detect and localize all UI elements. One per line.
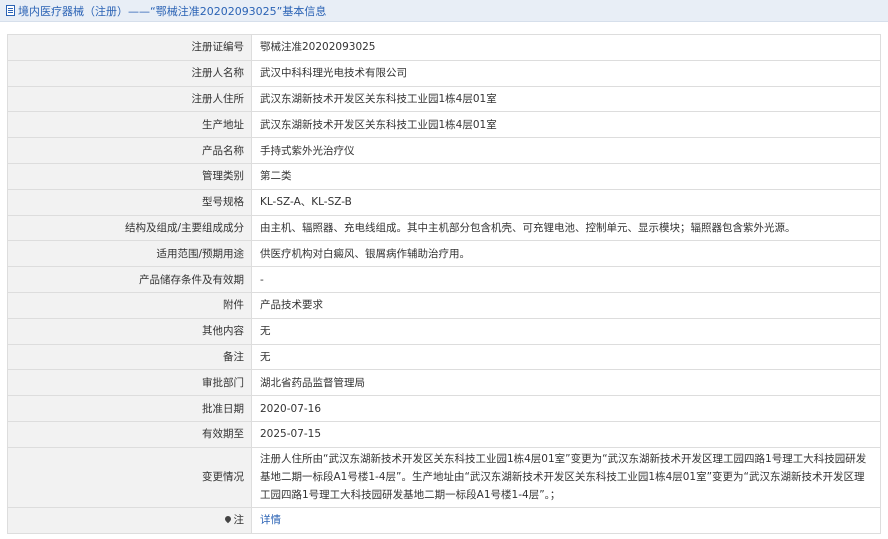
row-label: 有效期至 [7,420,252,448]
change-row: 变更情况 注册人住所由“武汉东湖新技术开发区关东科技工业园1栋4层01室”变更为… [7,446,881,508]
row-label: 注册证编号 [7,34,252,61]
change-label: 变更情况 [7,446,252,508]
row-value: KL-SZ-A、KL-SZ-B [251,188,881,216]
row-label: 注册人名称 [7,59,252,87]
row-value: 武汉东湖新技术开发区关东科技工业园1栋4层01室 [251,111,881,139]
change-value: 注册人住所由“武汉东湖新技术开发区关东科技工业园1栋4层01室”变更为“武汉东湖… [251,446,881,508]
table-row: 附件 产品技术要求 [7,291,881,319]
info-table: 注册证编号 鄂械注准20202093025 注册人名称 武汉中科科理光电技术有限… [7,34,881,534]
table-row: 注册人名称 武汉中科科理光电技术有限公司 [7,59,881,87]
row-label: 适用范围/预期用途 [7,240,252,268]
note-row: 注 详情 [7,506,881,534]
details-link[interactable]: 详情 [260,514,281,526]
row-value: 产品技术要求 [251,291,881,319]
row-label: 产品名称 [7,137,252,164]
row-label: 附件 [7,291,252,319]
table-row: 备注 无 [7,343,881,371]
table-row: 审批部门 湖北省药品监督管理局 [7,369,881,397]
row-label: 结构及组成/主要组成成分 [7,214,252,242]
table-row: 注册证编号 鄂械注准20202093025 [7,34,881,61]
row-value: 湖北省药品监督管理局 [251,369,881,397]
row-label: 批准日期 [7,395,252,422]
pin-icon [223,514,232,524]
table-row: 注册人住所 武汉东湖新技术开发区关东科技工业园1栋4层01室 [7,85,881,113]
row-label: 备注 [7,343,252,371]
document-icon [6,5,15,16]
note-label: 注 [233,514,245,527]
table-row: 管理类别 第二类 [7,162,881,190]
row-value: 武汉东湖新技术开发区关东科技工业园1栋4层01室 [251,85,881,113]
row-value: 无 [251,343,881,371]
row-label: 产品储存条件及有效期 [7,266,252,293]
row-label: 管理类别 [7,162,252,190]
row-value: - [251,266,881,293]
row-value: 武汉中科科理光电技术有限公司 [251,59,881,87]
table-row: 适用范围/预期用途 供医疗机构对白癜风、银屑病作辅助治疗用。 [7,240,881,268]
table-row: 产品名称 手持式紫外光治疗仪 [7,137,881,164]
row-value: 鄂械注准20202093025 [251,34,881,61]
table-row: 产品储存条件及有效期 - [7,266,881,293]
table-row: 其他内容 无 [7,317,881,345]
table-row: 批准日期 2020-07-16 [7,395,881,422]
row-value: 无 [251,317,881,345]
note-label-cell: 注 [7,506,252,534]
row-label: 生产地址 [7,111,252,139]
note-value: 详情 [251,506,881,534]
table-row: 生产地址 武汉东湖新技术开发区关东科技工业园1栋4层01室 [7,111,881,139]
table-row: 型号规格 KL-SZ-A、KL-SZ-B [7,188,881,216]
row-value: 供医疗机构对白癜风、银屑病作辅助治疗用。 [251,240,881,268]
page-title: 境内医疗器械（注册）——“鄂械注准20202093025”基本信息 [18,4,327,18]
page-header: 境内医疗器械（注册）——“鄂械注准20202093025”基本信息 [0,0,888,22]
row-value: 由主机、辐照器、充电线组成。其中主机部分包含机壳、可充锂电池、控制单元、显示模块… [251,214,881,242]
row-label: 注册人住所 [7,85,252,113]
row-value: 第二类 [251,162,881,190]
row-label: 其他内容 [7,317,252,345]
row-label: 审批部门 [7,369,252,397]
table-row: 结构及组成/主要组成成分 由主机、辐照器、充电线组成。其中主机部分包含机壳、可充… [7,214,881,242]
row-label: 型号规格 [7,188,252,216]
row-value: 2025-07-15 [251,420,881,448]
table-row: 有效期至 2025-07-15 [7,420,881,448]
row-value: 手持式紫外光治疗仪 [251,137,881,164]
row-value: 2020-07-16 [251,395,881,422]
info-table-container: 注册证编号 鄂械注准20202093025 注册人名称 武汉中科科理光电技术有限… [7,34,881,534]
